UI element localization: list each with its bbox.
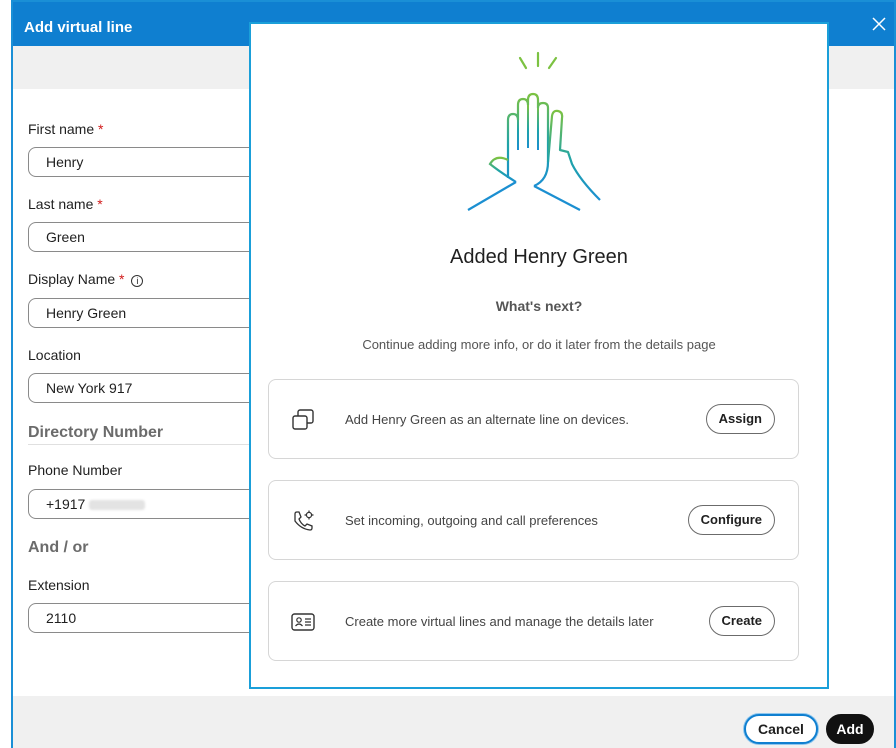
card-text: Add Henry Green as an alternate line on …	[345, 412, 630, 427]
display-name-value: Henry Green	[46, 305, 127, 321]
extension-label: Extension	[28, 577, 90, 593]
assign-devices-card: Add Henry Green as an alternate line on …	[268, 379, 799, 459]
configure-button[interactable]: Configure	[687, 505, 775, 535]
modal-subtitle: What's next?	[495, 298, 583, 314]
location-value: New York 917	[46, 380, 133, 396]
last-name-value: Green	[46, 229, 85, 245]
last-name-label-text: Last name	[28, 196, 94, 212]
and-or-heading: And / or	[28, 539, 89, 556]
display-name-label-text: Display Name	[28, 271, 116, 287]
high-five-icon	[467, 51, 601, 211]
panel-title: Add virtual line	[24, 19, 133, 36]
create-button[interactable]: Create	[708, 606, 775, 636]
close-icon[interactable]	[872, 17, 886, 31]
phone-settings-icon	[294, 510, 314, 531]
cancel-button[interactable]: Cancel	[744, 714, 818, 744]
phone-number-value: +1917	[46, 496, 86, 512]
display-name-label: Display Name * i	[28, 271, 144, 287]
first-name-label: First name *	[28, 121, 103, 137]
location-label: Location	[28, 347, 81, 363]
added-confirmation-modal: Added Henry Green What's next? Continue …	[249, 22, 829, 689]
add-button[interactable]: Add	[826, 714, 874, 744]
card-text: Set incoming, outgoing and call preferen…	[345, 513, 598, 528]
last-name-label: Last name *	[28, 196, 103, 212]
create-virtual-lines-card: Create more virtual lines and manage the…	[268, 581, 799, 661]
extension-value: 2110	[46, 610, 77, 626]
directory-number-heading: Directory Number	[28, 424, 164, 441]
devices-icon	[292, 409, 314, 430]
contact-card-icon	[291, 613, 315, 631]
phone-number-label: Phone Number	[28, 462, 123, 478]
configure-preferences-card: Set incoming, outgoing and call preferen…	[268, 480, 799, 560]
required-marker: *	[98, 121, 104, 137]
info-icon[interactable]: i	[131, 275, 144, 287]
modal-title: Added Henry Green	[450, 246, 628, 268]
card-text: Create more virtual lines and manage the…	[345, 614, 654, 629]
required-marker: *	[97, 196, 103, 212]
modal-description: Continue adding more info, or do it late…	[362, 337, 716, 352]
section-divider	[28, 444, 258, 445]
assign-button[interactable]: Assign	[705, 404, 775, 434]
first-name-value: Henry	[46, 154, 84, 170]
first-name-label-text: First name	[28, 121, 95, 137]
required-marker: *	[119, 271, 125, 287]
redacted-digits	[89, 500, 146, 511]
